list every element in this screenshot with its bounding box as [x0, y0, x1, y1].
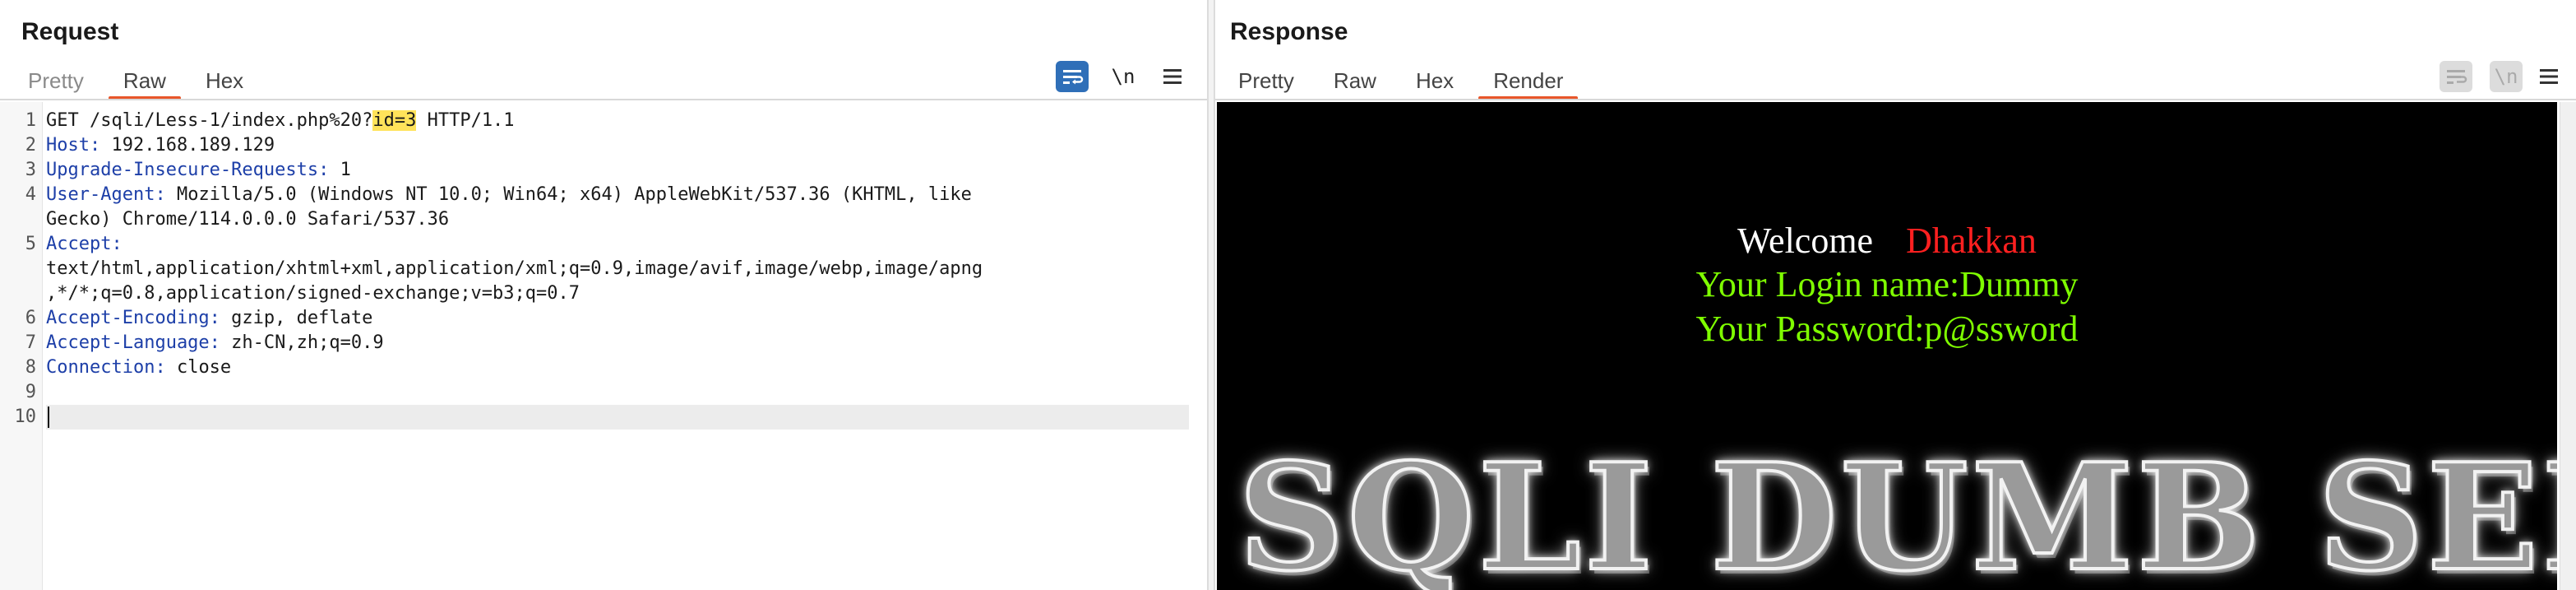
code-segment: close — [165, 357, 232, 378]
code-text: GET /sqli/Less-1/index.php%20?id=3 HTTP/… — [46, 109, 515, 133]
response-title: Response — [1230, 18, 1348, 45]
line-number: 2 — [25, 135, 36, 156]
request-pane: Request Pretty Raw Hex \n 1 GET /sqli/Les… — [0, 0, 1210, 590]
tab-divider — [0, 99, 1210, 100]
header-key: Connection: — [46, 357, 166, 378]
wrap-lines-icon[interactable] — [1056, 61, 1089, 92]
tab-raw[interactable]: Raw — [1314, 59, 1396, 100]
line-number: 8 — [25, 357, 36, 378]
code-text: Accept: — [46, 232, 123, 257]
line-number: 4 — [25, 184, 36, 205]
welcome-name: Dhakkan — [1906, 221, 2037, 261]
code-text: Gecko) Chrome/114.0.0.0 Safari/537.36 — [46, 207, 449, 232]
code-text: Host: 192.168.189.129 — [46, 133, 275, 158]
tab-pretty[interactable]: Pretty — [8, 59, 104, 100]
code-segment: Mozilla/5.0 (Windows NT 10.0; Win64; x64… — [165, 184, 972, 205]
header-key: Accept-Encoding: — [46, 308, 220, 328]
pane-splitter[interactable] — [1207, 0, 1215, 590]
welcome-line: Welcome Dhakkan — [1217, 220, 2557, 262]
newline-toggle-button[interactable]: \n — [2490, 61, 2523, 92]
code-line[interactable]: 6 Accept-Encoding: gzip, deflate — [0, 306, 1205, 331]
code-segment: ,*/*;q=0.8,application/signed-exchange;v… — [46, 283, 580, 304]
login-name-text: Your Login name:Dummy — [1695, 264, 2079, 304]
rendered-page: Welcome Dhakkan Your Login name:Dummy You… — [1217, 102, 2557, 590]
highlighted-param: id=3 — [372, 110, 417, 131]
line-number: 5 — [25, 234, 36, 254]
request-tabs: Pretty Raw Hex — [8, 59, 263, 100]
code-text: User-Agent: Mozilla/5.0 (Windows NT 10.0… — [46, 183, 972, 207]
code-line[interactable]: 7 Accept-Language: zh-CN,zh;q=0.9 — [0, 331, 1205, 355]
tab-raw[interactable]: Raw — [104, 59, 186, 100]
current-line-highlight — [46, 405, 1189, 430]
line-number: 3 — [25, 160, 36, 180]
line-number: 10 — [14, 406, 37, 427]
code-line-wrap[interactable]: text/html,application/xhtml+xml,applicat… — [0, 257, 1205, 281]
code-line[interactable]: 5 Accept: — [0, 232, 1205, 257]
code-segment: gzip, deflate — [220, 308, 373, 328]
sqli-banner-logo: SQLI DUMB SERIES — [1237, 430, 2557, 590]
tab-divider — [1215, 99, 2576, 100]
code-line[interactable]: 4 User-Agent: Mozilla/5.0 (Windows NT 10.… — [0, 183, 1205, 207]
code-line[interactable]: 2 Host: 192.168.189.129 — [0, 133, 1205, 158]
code-text: Upgrade-Insecure-Requests: 1 — [46, 158, 351, 183]
response-pane: Response Pretty Raw Hex Render \n Welcom… — [1215, 0, 2576, 590]
wrap-lines-icon[interactable] — [2440, 61, 2472, 92]
code-text: Accept-Language: zh-CN,zh;q=0.9 — [46, 331, 384, 355]
welcome-text: Welcome — [1737, 221, 1874, 261]
code-text: text/html,application/xhtml+xml,applicat… — [46, 257, 983, 281]
line-number: 6 — [25, 308, 36, 328]
request-title: Request — [21, 18, 119, 45]
line-number: 9 — [25, 382, 36, 402]
code-line[interactable]: 9 — [0, 380, 1205, 405]
vertical-scrollbar[interactable] — [2560, 102, 2576, 590]
tab-hex[interactable]: Hex — [186, 59, 263, 100]
response-tabs: Pretty Raw Hex Render — [1219, 59, 1583, 100]
code-segment: text/html,application/xhtml+xml,applicat… — [46, 258, 983, 279]
code-text: Accept-Encoding: gzip, deflate — [46, 306, 372, 331]
code-text: ,*/*;q=0.8,application/signed-exchange;v… — [46, 281, 580, 306]
code-segment: HTTP/1.1 — [416, 110, 515, 131]
hamburger-menu-icon[interactable] — [1158, 61, 1187, 92]
text-caret — [48, 406, 49, 428]
password-text: Your Password:p@ssword — [1695, 309, 2079, 349]
code-segment: Gecko) Chrome/114.0.0.0 Safari/537.36 — [46, 209, 450, 230]
code-segment: 1 — [329, 160, 351, 180]
header-key: Accept: — [46, 234, 123, 254]
newline-toggle-button[interactable]: \n — [1107, 61, 1140, 92]
line-number: 7 — [25, 332, 36, 353]
code-line[interactable]: 10 — [0, 405, 1205, 430]
code-line[interactable]: 1 GET /sqli/Less-1/index.php%20?id=3 HTTP… — [0, 109, 1205, 133]
request-editor[interactable]: 1 GET /sqli/Less-1/index.php%20?id=3 HTTP… — [0, 102, 1205, 590]
tab-hex[interactable]: Hex — [1396, 59, 1473, 100]
code-line[interactable]: 3 Upgrade-Insecure-Requests: 1 — [0, 158, 1205, 183]
tab-render[interactable]: Render — [1473, 59, 1583, 100]
header-key: Host: — [46, 135, 101, 156]
code-segment: zh-CN,zh;q=0.9 — [220, 332, 384, 353]
header-key: User-Agent: — [46, 184, 166, 205]
header-key: Upgrade-Insecure-Requests: — [46, 160, 330, 180]
hamburger-menu-icon[interactable] — [2534, 61, 2564, 92]
tab-pretty[interactable]: Pretty — [1219, 59, 1314, 100]
code-line-wrap[interactable]: Gecko) Chrome/114.0.0.0 Safari/537.36 — [0, 207, 1205, 232]
code-segment: 192.168.189.129 — [100, 135, 275, 156]
code-line[interactable]: 8 Connection: close — [0, 355, 1205, 380]
code-text: Connection: close — [46, 355, 231, 380]
header-key: Accept-Language: — [46, 332, 220, 353]
line-number: 1 — [25, 110, 36, 131]
code-segment: GET /sqli/Less-1/index.php%20? — [46, 110, 373, 131]
code-line-wrap[interactable]: ,*/*;q=0.8,application/signed-exchange;v… — [0, 281, 1205, 306]
